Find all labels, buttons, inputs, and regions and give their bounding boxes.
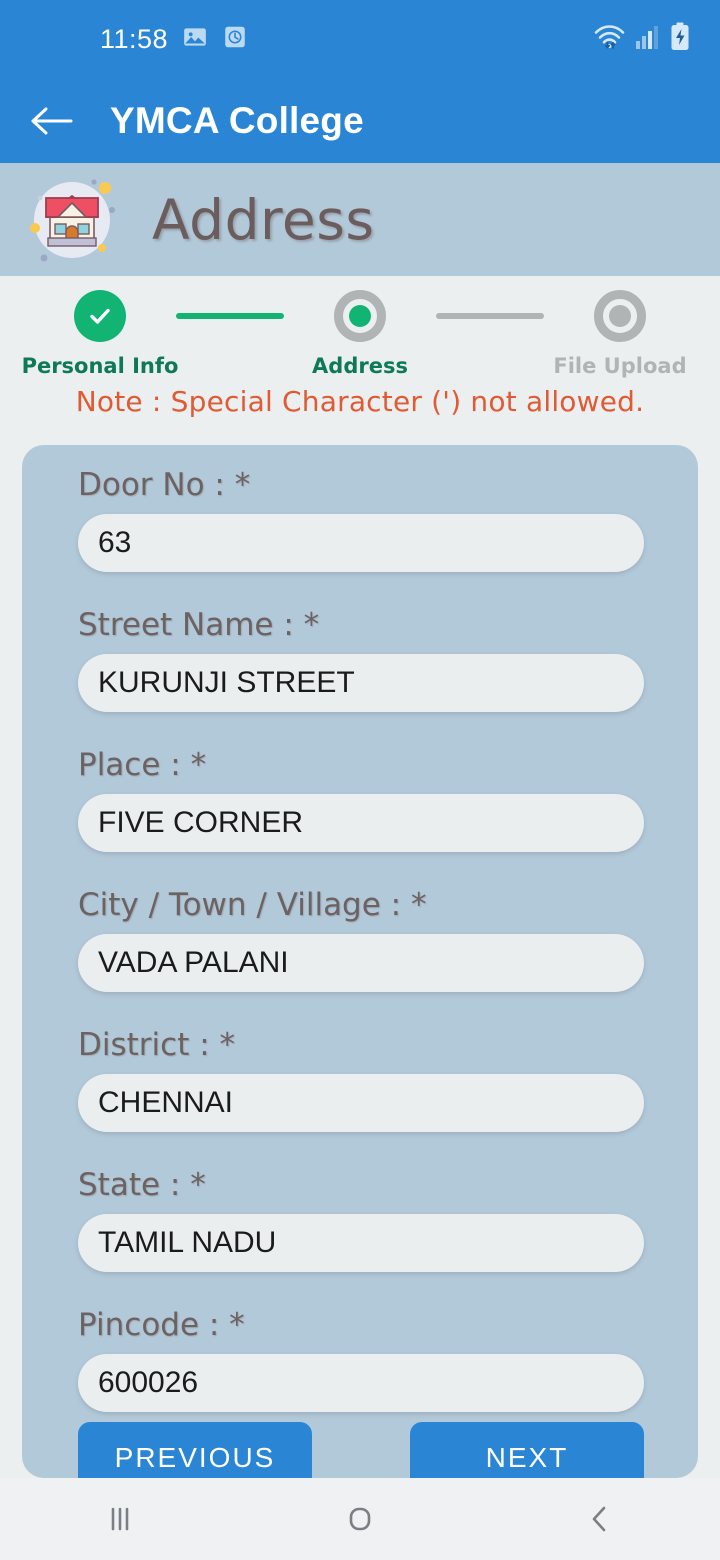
page-banner: Address [0, 163, 720, 276]
wifi-icon [592, 23, 626, 56]
alarm-clock-icon [222, 24, 248, 55]
step-personal-info[interactable]: Personal Info [21, 290, 179, 378]
previous-button[interactable]: PREVIOUS [78, 1422, 312, 1478]
system-nav-bar [0, 1478, 720, 1560]
stepper-zone: Personal Info Address File Upload [0, 276, 720, 445]
step-connector-1 [176, 313, 284, 319]
recents-icon[interactable] [60, 1489, 180, 1549]
back-arrow-icon[interactable] [28, 98, 74, 144]
step-address[interactable]: Address [284, 290, 436, 378]
progress-stepper: Personal Info Address File Upload [0, 290, 720, 378]
field-door-no: Door No : * [78, 467, 644, 572]
input-door-no[interactable] [78, 514, 644, 572]
status-bar-right [592, 22, 690, 57]
status-bar-clock: 11:58 [100, 23, 169, 54]
field-pincode: Pincode : * [78, 1307, 644, 1412]
label-city-town-village: City / Town / Village : * [78, 887, 427, 923]
form-actions: PREVIOUS NEXT [78, 1422, 644, 1478]
cellular-signal-icon [635, 23, 661, 56]
label-pincode: Pincode : * [78, 1307, 245, 1343]
input-state[interactable] [78, 1214, 644, 1272]
input-pincode[interactable] [78, 1354, 644, 1412]
label-door-no: Door No : * [78, 467, 251, 503]
input-city-town-village[interactable] [78, 934, 644, 992]
label-place: Place : * [78, 747, 207, 783]
page-title: Address [152, 187, 375, 252]
input-district[interactable] [78, 1074, 644, 1132]
label-street-name: Street Name : * [78, 607, 320, 643]
step-indicator-idle [594, 290, 646, 342]
step-label-file-upload: File Upload [553, 354, 687, 378]
field-district: District : * [78, 1027, 644, 1132]
status-bar-left: 11:58 [100, 24, 248, 55]
step-inner-dot [349, 305, 371, 327]
label-district: District : * [78, 1027, 235, 1063]
app-bar: YMCA College [0, 78, 720, 163]
back-icon[interactable] [540, 1489, 660, 1549]
home-icon[interactable] [300, 1489, 420, 1549]
input-place[interactable] [78, 794, 644, 852]
step-indicator-completed [74, 290, 126, 342]
field-state: State : * [78, 1167, 644, 1272]
field-street-name: Street Name : * [78, 607, 644, 712]
house-icon [22, 170, 122, 270]
step-label-personal-info: Personal Info [21, 354, 179, 378]
app-title: YMCA College [110, 99, 364, 141]
field-city-town-village: City / Town / Village : * [78, 887, 644, 992]
image-icon [182, 24, 208, 55]
field-place: Place : * [78, 747, 644, 852]
label-state: State : * [78, 1167, 206, 1203]
battery-charging-icon [670, 22, 690, 57]
step-file-upload[interactable]: File Upload [544, 290, 696, 378]
next-button[interactable]: NEXT [410, 1422, 644, 1478]
step-indicator-active [334, 290, 386, 342]
address-form-card: Door No : * Street Name : * Place : * Ci… [22, 445, 698, 1478]
step-connector-2 [436, 313, 544, 319]
status-bar: 11:58 [0, 0, 720, 78]
input-street-name[interactable] [78, 654, 644, 712]
step-label-address: Address [312, 354, 408, 378]
step-inner-dot [609, 305, 631, 327]
mobile-screen: 11:58 YMCA College Address Personal Info… [0, 0, 720, 1560]
validation-note: Note : Special Character (') not allowed… [75, 385, 645, 418]
